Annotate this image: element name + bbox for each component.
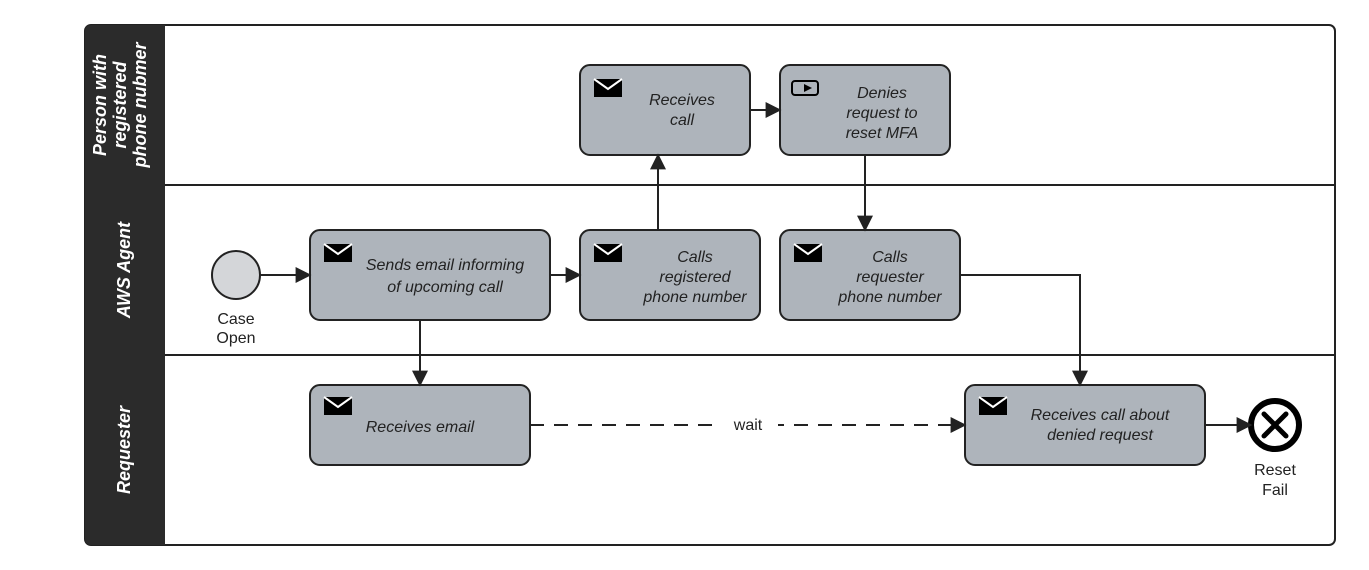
task-sends-email-text1: Sends email informing	[366, 257, 524, 274]
task-calls-registered-t3: phone number	[642, 289, 747, 306]
task-sends-email: Sends email informing of upcoming call	[310, 230, 550, 320]
task-calls-registered: Calls registered phone number	[580, 230, 760, 320]
start-event-label-2: Open	[216, 330, 255, 347]
lane1-label-line2: registered	[110, 60, 130, 148]
task-denies-t1: Denies	[857, 85, 907, 102]
envelope-icon	[324, 244, 352, 262]
task-receives-denied-t2: denied request	[1047, 427, 1153, 444]
lane1-label-line1: Person with	[90, 54, 110, 156]
start-event-label-1: Case	[217, 311, 254, 328]
end-event: Reset Fail	[1251, 401, 1299, 499]
task-receives-call: Receives call	[580, 65, 750, 155]
envelope-icon	[594, 79, 622, 97]
start-event: Case Open	[212, 251, 260, 347]
task-denies-request: Denies request to reset MFA	[780, 65, 950, 155]
task-receives-call-t1: Receives	[649, 92, 715, 109]
task-receives-email-text: Receives email	[366, 419, 475, 436]
task-sends-email-text2: of upcoming call	[387, 279, 503, 296]
lane2-label: AWS Agent	[114, 221, 134, 319]
task-denies-t2: request to	[846, 105, 917, 122]
envelope-icon	[979, 397, 1007, 415]
flow-wait-label: wait	[733, 417, 763, 434]
svg-text:registered: registered	[110, 60, 130, 148]
end-event-label-1: Reset	[1254, 462, 1296, 479]
task-receives-email: Receives email	[310, 385, 530, 465]
task-calls-requester-t3: phone number	[837, 289, 942, 306]
swimlane-diagram: Person with registered phone nubmer AWS …	[0, 0, 1369, 570]
envelope-icon	[594, 244, 622, 262]
envelope-icon	[324, 397, 352, 415]
task-calls-requester-t1: Calls	[872, 249, 908, 266]
task-calls-requester-t2: requester	[856, 269, 924, 286]
task-receives-denied-t1: Receives call about	[1031, 407, 1170, 424]
svg-text:Person with: Person with	[90, 54, 110, 156]
svg-text:phone nubmer: phone nubmer	[130, 42, 150, 169]
task-calls-requester: Calls requester phone number	[780, 230, 960, 320]
task-denies-t3: reset MFA	[846, 125, 919, 142]
envelope-icon	[794, 244, 822, 262]
task-calls-registered-t2: registered	[659, 269, 731, 286]
lane3-label: Requester	[114, 405, 134, 494]
flow-callsrequester-to-receivesdenied	[960, 275, 1080, 385]
task-receives-call-t2: call	[670, 112, 694, 129]
task-calls-registered-t1: Calls	[677, 249, 713, 266]
lane1-label-line3: phone nubmer	[130, 42, 150, 169]
end-event-label-2: Fail	[1262, 482, 1288, 499]
task-receives-denied: Receives call about denied request	[965, 385, 1205, 465]
